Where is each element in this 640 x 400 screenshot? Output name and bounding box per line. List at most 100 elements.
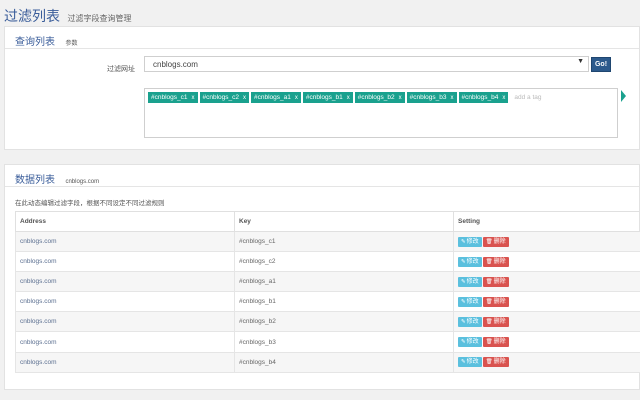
data-panel-header: 数据列表 cnblogs.com — [5, 165, 639, 187]
cell-setting: ✎修改 🗑删除 — [453, 291, 640, 313]
edit-button-label: 修改 — [466, 359, 479, 366]
trash-icon: 🗑 — [485, 318, 493, 325]
filter-url-select-value: cnblogs.com — [153, 60, 198, 69]
cell-key: #cnblogs_b2 — [234, 311, 454, 333]
edit-button-label: 修改 — [466, 258, 479, 265]
trash-icon: 🗑 — [485, 258, 493, 265]
address-link[interactable]: cnblogs.com — [20, 278, 57, 285]
address-link[interactable]: cnblogs.com — [20, 339, 57, 346]
edit-button[interactable]: ✎修改 — [458, 296, 482, 307]
table-header-row: Address Key Setting — [15, 211, 640, 232]
tag-label: #cnblogs_b4 — [461, 94, 499, 101]
delete-button-label: 删除 — [493, 318, 506, 325]
cell-setting: ✎修改 🗑删除 — [453, 351, 640, 373]
page-header: 过滤列表 过滤字段查询管理 — [4, 6, 131, 26]
table-row: cnblogs.com #cnblogs_b4 ✎修改 🗑删除 — [15, 351, 640, 373]
arrow-right-icon — [621, 90, 626, 102]
delete-button[interactable]: 🗑删除 — [482, 316, 509, 327]
table-row: cnblogs.com #cnblogs_c2 ✎修改 🗑删除 — [15, 251, 640, 273]
edit-button[interactable]: ✎修改 — [458, 276, 482, 287]
cell-key: #cnblogs_a1 — [234, 271, 454, 293]
address-link[interactable]: cnblogs.com — [20, 298, 57, 305]
delete-button[interactable]: 🗑删除 — [482, 256, 509, 267]
pencil-icon: ✎ — [461, 298, 466, 305]
data-panel: 数据列表 cnblogs.com 在此动态编辑过滤字段，根据不同设定不同过滤规则… — [4, 164, 640, 390]
delete-button-label: 删除 — [493, 298, 506, 305]
trash-icon: 🗑 — [485, 359, 493, 366]
cell-address: cnblogs.com — [15, 271, 235, 293]
delete-button[interactable]: 🗑删除 — [482, 236, 509, 247]
tag-remove-button[interactable]: x — [502, 95, 505, 101]
tag-remove-button[interactable]: x — [451, 95, 454, 101]
edit-button-label: 修改 — [466, 339, 479, 346]
address-link[interactable]: cnblogs.com — [20, 318, 57, 325]
edit-button[interactable]: ✎修改 — [458, 337, 482, 348]
tag-remove-button[interactable]: x — [347, 95, 350, 101]
edit-button[interactable]: ✎修改 — [458, 236, 482, 247]
table-row: cnblogs.com #cnblogs_c1 ✎修改 🗑删除 — [15, 230, 640, 253]
address-link[interactable]: cnblogs.com — [20, 238, 57, 245]
tag-label: #cnblogs_b1 — [305, 94, 343, 101]
address-link[interactable]: cnblogs.com — [20, 359, 57, 366]
cell-key: #cnblogs_c1 — [234, 230, 454, 253]
cell-setting: ✎修改 🗑删除 — [453, 271, 640, 293]
delete-button-label: 删除 — [493, 278, 506, 285]
cell-key: #cnblogs_c2 — [234, 251, 454, 273]
page-title: 过滤列表 — [4, 8, 60, 24]
tag-remove-button[interactable]: x — [295, 95, 298, 101]
trash-icon: 🗑 — [485, 339, 493, 346]
edit-button[interactable]: ✎修改 — [458, 316, 482, 327]
add-tag-input[interactable]: add a tag — [514, 94, 541, 101]
go-button[interactable]: Go! — [591, 57, 611, 72]
data-panel-description: 在此动态编辑过滤字段，根据不同设定不同过滤规则 — [15, 200, 165, 207]
edit-button[interactable]: ✎修改 — [458, 357, 482, 368]
table-row: cnblogs.com #cnblogs_a1 ✎修改 🗑删除 — [15, 271, 640, 293]
cell-key: #cnblogs_b1 — [234, 291, 454, 313]
cell-setting: ✎修改 🗑删除 — [453, 311, 640, 333]
tag-list: #cnblogs_c1 x #cnblogs_c2 x #cnblogs_a1 x #… — [148, 92, 614, 103]
column-header-setting: Setting — [453, 211, 640, 232]
cell-key: #cnblogs_b4 — [234, 351, 454, 373]
delete-button[interactable]: 🗑删除 — [482, 276, 509, 287]
delete-button[interactable]: 🗑删除 — [482, 296, 509, 307]
column-header-key: Key — [234, 211, 454, 232]
tag-remove-button[interactable]: x — [192, 95, 195, 101]
tag: #cnblogs_c1 x — [148, 92, 198, 103]
data-panel-subtitle: cnblogs.com — [65, 179, 100, 185]
cell-setting: ✎修改 🗑删除 — [453, 251, 640, 273]
cell-address: cnblogs.com — [15, 351, 235, 373]
pencil-icon: ✎ — [461, 359, 466, 366]
tag-label: #cnblogs_c2 — [202, 94, 240, 101]
tag: #cnblogs_b3 x — [406, 92, 457, 103]
tag-remove-button[interactable]: x — [243, 95, 246, 101]
edit-button[interactable]: ✎修改 — [458, 256, 482, 267]
tag-label: #cnblogs_c1 — [151, 94, 188, 101]
delete-button[interactable]: 🗑删除 — [482, 357, 509, 368]
edit-button-label: 修改 — [466, 318, 479, 325]
delete-button[interactable]: 🗑删除 — [482, 337, 509, 348]
delete-button-label: 删除 — [493, 238, 506, 245]
pencil-icon: ✎ — [461, 258, 466, 265]
trash-icon: 🗑 — [485, 238, 493, 245]
cell-setting: ✎修改 🗑删除 — [453, 230, 640, 253]
tag: #cnblogs_b1 x — [302, 92, 353, 103]
table-row: cnblogs.com #cnblogs_b3 ✎修改 🗑删除 — [15, 331, 640, 353]
pencil-icon: ✎ — [461, 238, 466, 245]
tags-input[interactable]: #cnblogs_c1 x #cnblogs_c2 x #cnblogs_a1 x #… — [144, 88, 618, 138]
query-panel-subtitle: 参数 — [65, 41, 78, 47]
cell-address: cnblogs.com — [15, 291, 235, 313]
trash-icon: 🗑 — [485, 278, 493, 285]
edit-button-label: 修改 — [466, 298, 479, 305]
tag-remove-button[interactable]: x — [399, 95, 402, 101]
delete-button-label: 删除 — [493, 258, 506, 265]
table-body: cnblogs.com #cnblogs_c1 ✎修改 🗑删除 cnblogs.com #… — [15, 230, 640, 373]
tag: #cnblogs_b2 x — [354, 92, 405, 103]
cell-setting: ✎修改 🗑删除 — [453, 331, 640, 353]
cell-key: #cnblogs_b3 — [234, 331, 454, 353]
filter-url-select[interactable]: cnblogs.com ▼ — [144, 56, 589, 72]
address-link[interactable]: cnblogs.com — [20, 258, 57, 265]
filter-table: Address Key Setting cnblogs.com #cnblogs_… — [15, 211, 640, 373]
table-row: cnblogs.com #cnblogs_b2 ✎修改 🗑删除 — [15, 311, 640, 333]
cell-address: cnblogs.com — [15, 311, 235, 333]
query-panel-title: 查询列表 — [15, 37, 55, 48]
